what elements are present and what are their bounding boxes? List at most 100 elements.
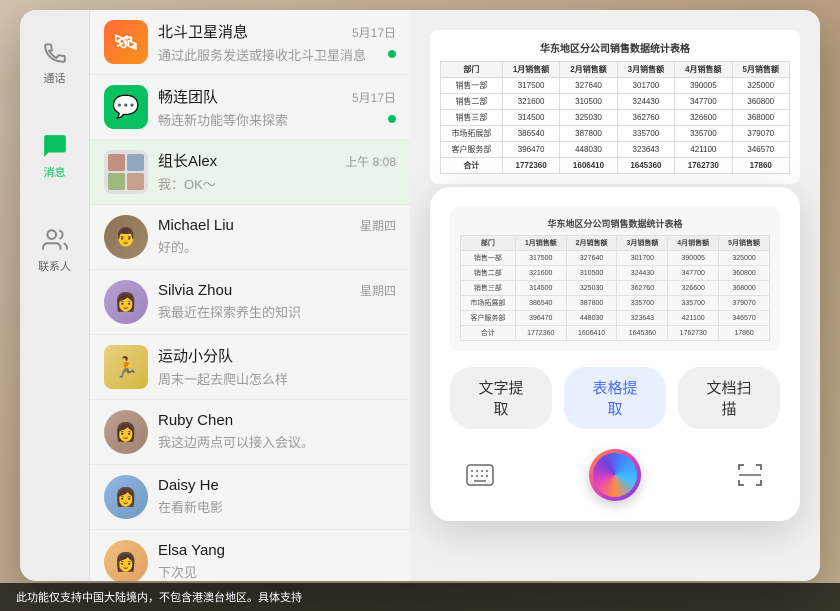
table-header-1: 1月销售额 (502, 62, 559, 78)
mini-table: 部门 1月销售额 2月销售额 3月销售额 4月销售额 5月销售额 销售一部317… (460, 235, 770, 341)
mini-table-cell: 310500 (566, 266, 617, 281)
table-cell: 324430 (617, 94, 674, 110)
sidebar-item-calls[interactable]: 通话 (25, 30, 85, 94)
mini-table-cell: 386540 (515, 296, 566, 311)
table-header-4: 4月销售额 (675, 62, 732, 78)
sidebar-calls-label: 通话 (44, 70, 66, 86)
chat-item-silvia[interactable]: 👩 Silvia Zhou 星期四 我最近在探索养生的知识 (90, 270, 410, 335)
table-row: 销售三部314500325030362760326600368000 (441, 110, 790, 126)
text-extract-button[interactable]: 文字提取 (450, 367, 552, 429)
chat-time-beidou: 5月17日 (352, 24, 396, 41)
table-cell: 448030 (560, 142, 617, 158)
table-cell: 314500 (502, 110, 559, 126)
chat-name-silvia: Silvia Zhou (158, 282, 232, 299)
table-cell: 310500 (560, 94, 617, 110)
mini-table-row: 销售三部314500325030362760326600368000 (461, 281, 770, 296)
avatar-group-alex (104, 150, 148, 194)
chat-time-chang: 5月17日 (352, 89, 396, 106)
table-header-2: 2月销售额 (560, 62, 617, 78)
chat-name-michael: Michael Liu (158, 217, 234, 234)
table-cell: 390005 (675, 78, 732, 94)
table-header-5: 5月销售额 (732, 62, 789, 78)
sidebar-item-contacts[interactable]: 联系人 (25, 218, 85, 282)
chat-preview-michael: 好的。 (158, 240, 197, 255)
table-cell: 321600 (502, 94, 559, 110)
chat-item-daisy[interactable]: 👩 Daisy He 在看新电影 (90, 465, 410, 530)
scan-icon[interactable] (730, 455, 770, 495)
chat-preview-daisy: 在看新电影 (158, 500, 223, 515)
chat-item-ruby[interactable]: 👩 Ruby Chen 我这边两点可以接入会议。 (90, 400, 410, 465)
mini-table-cell: 368000 (719, 281, 770, 296)
mini-table-cell: 323643 (617, 311, 668, 326)
mini-table-cell: 324430 (617, 266, 668, 281)
avatar-elsa: 👩 (104, 540, 148, 581)
table-cell: 325030 (560, 110, 617, 126)
table-cell: 379070 (732, 126, 789, 142)
mini-table-row: 销售二部321600310500324430347700360800 (461, 266, 770, 281)
chat-content-silvia: Silvia Zhou 星期四 我最近在探索养生的知识 (158, 282, 396, 322)
chat-preview-group-alex: 我：OK～ (158, 177, 216, 192)
mini-table-cell: 销售二部 (461, 266, 516, 281)
action-buttons: 文字提取 表格提取 文档扫描 (450, 367, 780, 429)
chat-name-sports: 运动小分队 (158, 345, 233, 366)
mini-table-cell: 1645360 (617, 326, 668, 341)
doc-scan-button[interactable]: 文档扫描 (678, 367, 780, 429)
disclaimer-text: 此功能仅支持中国大陆境内，不包含港澳台地区。具体支持 (16, 592, 302, 604)
mini-table-cell: 327640 (566, 251, 617, 266)
table-row: 销售一部317500327640301700390005325000 (441, 78, 790, 94)
chat-item-group-alex[interactable]: 组长Alex 上午 8:08 我：OK～ (90, 140, 410, 205)
chat-time-michael: 星期四 (360, 217, 396, 234)
disclaimer-bar: 此功能仅支持中国大陆境内，不包含港澳台地区。具体支持 (0, 583, 840, 611)
table-cell: 346570 (732, 142, 789, 158)
mini-table-cell: 448030 (566, 311, 617, 326)
ai-assistant-icon (593, 453, 637, 497)
table-cell: 325000 (732, 78, 789, 94)
chat-content-chang: 畅连团队 5月17日 畅连新功能等你来探索 (158, 86, 396, 129)
sidebar-item-messages[interactable]: 消息 (25, 124, 85, 188)
mini-table-row: 合计177236016064101645360176273017860 (461, 326, 770, 341)
table-row: 销售二部321600310500324430347700360800 (441, 94, 790, 110)
mini-table-cell: 346570 (719, 311, 770, 326)
chat-preview-silvia: 我最近在探索养生的知识 (158, 305, 301, 320)
chat-content-michael: Michael Liu 星期四 好的。 (158, 217, 396, 257)
overlay-card: 华东地区分公司销售数据统计表格 部门 1月销售额 2月销售额 3月销售额 4月销… (430, 187, 800, 521)
table-cell: 323643 (617, 142, 674, 158)
avatar-ruby: 👩 (104, 410, 148, 454)
avatar-chang: 💬 (104, 85, 148, 129)
table-cell: 327640 (560, 78, 617, 94)
table-title: 华东地区分公司销售数据统计表格 (440, 40, 790, 55)
table-cell: 客户服务部 (441, 142, 503, 158)
keyboard-icon[interactable] (460, 455, 500, 495)
chat-name-ruby: Ruby Chen (158, 412, 233, 429)
chat-preview-chang: 畅连新功能等你来探索 (158, 110, 288, 129)
table-cell: 1606410 (560, 158, 617, 174)
table-cell: 347700 (675, 94, 732, 110)
chat-item-chang[interactable]: 💬 畅连团队 5月17日 畅连新功能等你来探索 (90, 75, 410, 140)
mini-table-cell: 合计 (461, 326, 516, 341)
chat-content-elsa: Elsa Yang 下次见 (158, 542, 396, 581)
mini-table-cell: 1772360 (515, 326, 566, 341)
bottom-toolbar (450, 449, 780, 501)
table-row: 市场拓展部386540387800335700335700379070 (441, 126, 790, 142)
chat-content-daisy: Daisy He 在看新电影 (158, 477, 396, 517)
mini-table-cell: 1606410 (566, 326, 617, 341)
ai-assistant-button[interactable] (589, 449, 641, 501)
table-cell: 317500 (502, 78, 559, 94)
mini-table-cell: 销售一部 (461, 251, 516, 266)
table-extract-button[interactable]: 表格提取 (564, 367, 666, 429)
chat-item-beidou[interactable]: 🛰 北斗卫星消息 5月17日 通过此服务发送或接收北斗卫星消息 (90, 10, 410, 75)
chat-item-michael[interactable]: 👨 Michael Liu 星期四 好的。 (90, 205, 410, 270)
avatar-silvia: 👩 (104, 280, 148, 324)
chat-preview-ruby: 我这边两点可以接入会议。 (158, 435, 314, 450)
chat-item-elsa[interactable]: 👩 Elsa Yang 下次见 (90, 530, 410, 581)
data-table: 部门 1月销售额 2月销售额 3月销售额 4月销售额 5月销售额 销售一部317… (440, 61, 790, 174)
overlay-table-title: 华东地区分公司销售数据统计表格 (460, 217, 770, 230)
chat-item-sports[interactable]: 🏃 运动小分队 周末一起去爬山怎么样 (90, 335, 410, 400)
mini-table-cell: 326600 (668, 281, 719, 296)
table-cell: 1772360 (502, 158, 559, 174)
table-row: 合计177236016064101645360176273017860 (441, 158, 790, 174)
mini-table-cell: 17860 (719, 326, 770, 341)
avatar-beidou: 🛰 (104, 20, 148, 64)
mini-table-cell: 379070 (719, 296, 770, 311)
chat-content-sports: 运动小分队 周末一起去爬山怎么样 (158, 345, 396, 389)
